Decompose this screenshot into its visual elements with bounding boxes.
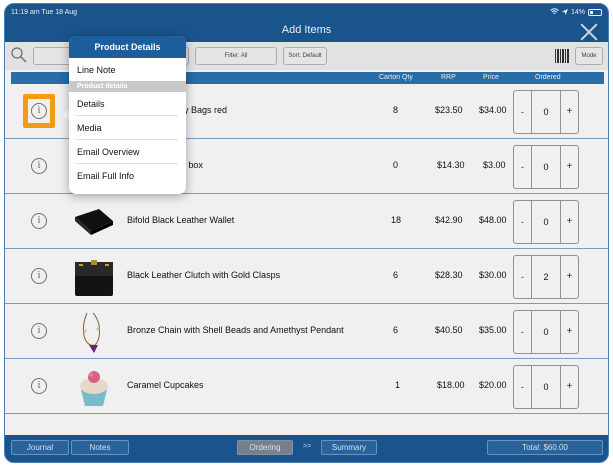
carton-qty: 6 bbox=[393, 325, 399, 335]
necklace-icon bbox=[71, 309, 117, 355]
close-icon[interactable] bbox=[578, 20, 600, 42]
rrp-value: $42.90 bbox=[435, 215, 463, 225]
rrp-value: $40.50 bbox=[435, 325, 463, 335]
increment-button[interactable]: + bbox=[560, 311, 578, 353]
increment-button[interactable]: + bbox=[560, 201, 578, 243]
ordered-quantity[interactable]: 0 bbox=[532, 311, 560, 353]
menu-item-line-note[interactable]: Line Note bbox=[77, 58, 178, 81]
carton-qty: 1 bbox=[395, 380, 401, 390]
column-price: Price bbox=[483, 74, 499, 81]
menu-item-email-overview[interactable]: Email Overview bbox=[77, 140, 178, 164]
status-time: 11:19 am Tue 18 Aug bbox=[11, 9, 78, 16]
decrement-button[interactable]: - bbox=[514, 366, 532, 408]
location-icon bbox=[561, 8, 568, 17]
product-name: Bifold Black Leather Wallet bbox=[127, 215, 235, 225]
status-indicators: 14% bbox=[550, 8, 602, 17]
price-value: $48.00 bbox=[479, 215, 507, 225]
table-row[interactable]: i Bifold Black Leather Wallet 18 $42.90 … bbox=[5, 194, 608, 249]
increment-button[interactable]: + bbox=[560, 146, 578, 188]
column-rrp: RRP bbox=[441, 74, 456, 81]
carton-qty: 18 bbox=[391, 215, 402, 225]
rrp-value: $28.30 bbox=[435, 270, 463, 280]
column-carton-qty: Carton Qty bbox=[379, 74, 413, 81]
status-bar: 11:19 am Tue 18 Aug 14% bbox=[5, 4, 608, 20]
info-icon[interactable]: i bbox=[31, 378, 47, 394]
summary-tab[interactable]: Summary bbox=[321, 440, 377, 455]
product-name: Black Leather Clutch with Gold Clasps bbox=[127, 270, 281, 280]
carton-qty: 0 bbox=[393, 160, 399, 170]
price-value: $3.00 bbox=[483, 160, 506, 170]
journal-button[interactable]: Journal bbox=[11, 440, 69, 455]
wifi-icon bbox=[550, 8, 559, 17]
column-ordered: Ordered bbox=[535, 74, 561, 81]
product-name: Bronze Chain with Shell Beads and Amethy… bbox=[127, 325, 344, 335]
clutch-icon bbox=[71, 254, 117, 300]
product-name: Caramel Cupcakes bbox=[127, 380, 204, 390]
cupcake-icon bbox=[71, 364, 117, 410]
notes-button[interactable]: Notes bbox=[71, 440, 129, 455]
ipad-screen: 11:19 am Tue 18 Aug 14% Add Items Filter… bbox=[4, 3, 609, 463]
search-icon[interactable] bbox=[11, 47, 27, 63]
price-value: $34.00 bbox=[479, 105, 507, 115]
ordered-quantity[interactable]: 0 bbox=[532, 201, 560, 243]
total-display: Total: $60.00 bbox=[487, 440, 603, 455]
quantity-stepper: - 0 + bbox=[513, 145, 579, 189]
decrement-button[interactable]: - bbox=[514, 146, 532, 188]
rrp-value: $14.30 bbox=[437, 160, 465, 170]
quantity-stepper: - 0 + bbox=[513, 310, 579, 354]
decrement-button[interactable]: - bbox=[514, 256, 532, 298]
battery-percent: 14% bbox=[570, 9, 585, 16]
bottom-bar: Journal Notes Ordering >> Summary Total:… bbox=[5, 435, 608, 462]
info-icon-highlight bbox=[23, 94, 55, 128]
rrp-value: $23.50 bbox=[435, 105, 463, 115]
increment-button[interactable]: + bbox=[560, 366, 578, 408]
table-row[interactable]: i Caramel Cupcakes 1 $18.00 $20.00 - 0 + bbox=[5, 359, 608, 414]
quantity-stepper: - 0 + bbox=[513, 365, 579, 409]
quantity-stepper: - 0 + bbox=[513, 200, 579, 244]
popover-section-label: Product details bbox=[69, 81, 186, 92]
mode-button[interactable]: Mode bbox=[575, 47, 603, 65]
rrp-value: $18.00 bbox=[437, 380, 465, 390]
info-icon[interactable]: i bbox=[31, 213, 47, 229]
menu-item-media[interactable]: Media bbox=[77, 116, 178, 140]
product-details-popover: Product Details Line Note Product detail… bbox=[69, 36, 186, 194]
price-value: $30.00 bbox=[479, 270, 507, 280]
table-row[interactable]: i Bronze Chain with Shell Beads and Amet… bbox=[5, 304, 608, 359]
barcode-icon[interactable] bbox=[555, 49, 569, 63]
battery-icon bbox=[588, 9, 602, 16]
increment-button[interactable]: + bbox=[560, 256, 578, 298]
breadcrumb-separator: >> bbox=[303, 443, 312, 450]
increment-button[interactable]: + bbox=[560, 91, 578, 133]
filter-button[interactable]: Filter: All bbox=[195, 47, 277, 65]
quantity-stepper: - 2 + bbox=[513, 255, 579, 299]
ordered-quantity[interactable]: 0 bbox=[532, 91, 560, 133]
popover-title: Product Details bbox=[69, 36, 186, 58]
ordered-quantity[interactable]: 0 bbox=[532, 366, 560, 408]
table-row[interactable]: i Black Leather Clutch with Gold Clasps … bbox=[5, 249, 608, 304]
quantity-stepper: - 0 + bbox=[513, 90, 579, 134]
ordered-quantity[interactable]: 0 bbox=[532, 146, 560, 188]
price-value: $35.00 bbox=[479, 325, 507, 335]
ordered-quantity[interactable]: 2 bbox=[532, 256, 560, 298]
carton-qty: 8 bbox=[393, 105, 399, 115]
carton-qty: 6 bbox=[393, 270, 399, 280]
decrement-button[interactable]: - bbox=[514, 311, 532, 353]
wallet-icon bbox=[71, 199, 117, 245]
ordering-tab[interactable]: Ordering bbox=[237, 440, 293, 455]
decrement-button[interactable]: - bbox=[514, 201, 532, 243]
price-value: $20.00 bbox=[479, 380, 507, 390]
info-icon[interactable]: i bbox=[31, 158, 47, 174]
menu-item-email-full-info[interactable]: Email Full Info bbox=[77, 164, 178, 188]
info-icon[interactable]: i bbox=[31, 323, 47, 339]
page-title: Add Items bbox=[281, 24, 332, 36]
sort-button[interactable]: Sort: Default bbox=[283, 47, 327, 65]
decrement-button[interactable]: - bbox=[514, 91, 532, 133]
info-icon[interactable]: i bbox=[31, 268, 47, 284]
menu-item-details[interactable]: Details bbox=[77, 92, 178, 116]
